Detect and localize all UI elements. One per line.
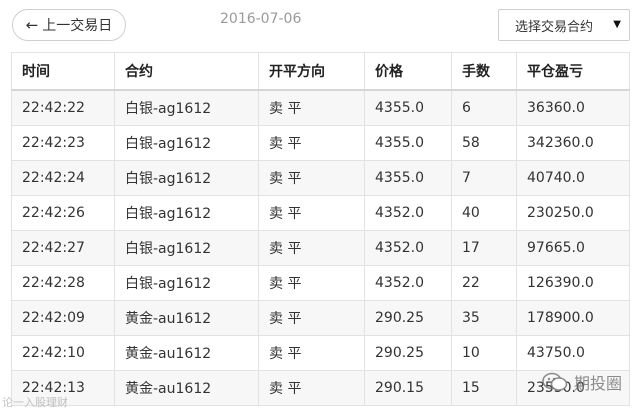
trading-date: 2016-07-06: [220, 11, 302, 27]
table-row: 22:42:26 白银-ag1612 卖 平 4352.0 40 230250.0: [11, 195, 630, 231]
trades-table: 时间 合约 开平方向 价格 手数 平仓盈亏 22:42:22 白银-ag1612 卖…: [11, 52, 630, 406]
watermark-right: 期投圈: [542, 370, 622, 394]
cell-contract: 黄金-au1612: [114, 370, 259, 406]
cell-lots: 15: [451, 370, 517, 406]
contract-select-label: 选择交易合约: [515, 19, 594, 35]
column-header-pnl: 平仓盈亏: [516, 52, 630, 91]
cell-pnl: 40740.0: [516, 160, 630, 196]
table-row: 22:42:10 黄金-au1612 卖 平 290.25 10 43750.0: [11, 335, 630, 371]
cell-time: 22:42:27: [11, 230, 115, 266]
cell-lots: 22: [451, 265, 517, 301]
cell-pnl: 97665.0: [516, 230, 630, 266]
cell-contract: 黄金-au1612: [114, 335, 259, 371]
cell-contract: 白银-ag1612: [114, 125, 259, 161]
cell-direction: 卖 平: [258, 300, 365, 336]
cell-time: 22:42:23: [11, 125, 115, 161]
cell-pnl: 43750.0: [516, 335, 630, 371]
cell-price: 4352.0: [364, 195, 452, 231]
wechat-logo-icon: [542, 372, 568, 392]
cell-direction: 卖 平: [258, 370, 365, 406]
cell-time: 22:42:09: [11, 300, 115, 336]
cell-lots: 7: [451, 160, 517, 196]
cell-price: 4355.0: [364, 125, 452, 161]
contract-select[interactable]: 选择交易合约 ▼: [498, 9, 630, 41]
cell-time: 22:42:22: [11, 89, 115, 126]
cell-price: 4352.0: [364, 230, 452, 266]
column-header-lots: 手数: [451, 52, 517, 91]
toolbar: ← 上一交易日 2016-07-06 选择交易合约 ▼: [0, 0, 640, 52]
caret-down-icon: ▼: [613, 19, 621, 30]
cell-pnl: 36360.0: [516, 89, 630, 126]
cell-pnl: 230250.0: [516, 195, 630, 231]
table-row: 22:42:24 白银-ag1612 卖 平 4355.0 7 40740.0: [11, 160, 630, 196]
table-row: 22:42:28 白银-ag1612 卖 平 4352.0 22 126390.0: [11, 265, 630, 301]
cell-lots: 6: [451, 89, 517, 126]
table-row: 22:42:13黄金-au1612卖 平290.151523550.0: [11, 370, 630, 406]
cell-lots: 58: [451, 125, 517, 161]
cell-pnl: 126390.0: [516, 265, 630, 301]
cell-time: 22:42:26: [11, 195, 115, 231]
cell-time: 22:42:28: [11, 265, 115, 301]
table-row: 22:42:22 白银-ag1612 卖 平 4355.0 6 36360.0: [11, 89, 630, 126]
cell-pnl: 342360.0: [516, 125, 630, 161]
cell-time: 22:42:24: [11, 160, 115, 196]
watermark-right-label: 期投圈: [573, 374, 622, 393]
previous-trading-day-label: 上一交易日: [42, 18, 113, 34]
cell-contract: 白银-ag1612: [114, 265, 259, 301]
cell-direction: 卖 平: [258, 89, 365, 126]
cell-direction: 卖 平: [258, 335, 365, 371]
cell-time: 22:42:10: [11, 335, 115, 371]
cell-direction: 卖 平: [258, 265, 365, 301]
cell-lots: 35: [451, 300, 517, 336]
cell-contract: 白银-ag1612: [114, 160, 259, 196]
cell-price: 4355.0: [364, 89, 452, 126]
cell-price: 4352.0: [364, 265, 452, 301]
column-header-time: 时间: [11, 52, 115, 91]
table-header-row: 时间 合约 开平方向 价格 手数 平仓盈亏: [11, 52, 630, 91]
previous-trading-day-button[interactable]: ← 上一交易日: [12, 9, 126, 41]
cell-contract: 黄金-au1612: [114, 300, 259, 336]
cell-lots: 40: [451, 195, 517, 231]
cell-direction: 卖 平: [258, 195, 365, 231]
table-row: 22:42:23 白银-ag1612 卖 平 4355.0 58 342360.0: [11, 125, 630, 161]
cell-price: 290.25: [364, 335, 452, 371]
watermark-left: 论一入股理财: [2, 396, 68, 409]
cell-direction: 卖 平: [258, 230, 365, 266]
arrow-left-icon: ←: [25, 15, 39, 34]
table-row: 22:42:27 白银-ag1612 卖 平 4352.0 17 97665.0: [11, 230, 630, 266]
cell-price: 290.15: [364, 370, 452, 406]
table-row: 22:42:09 黄金-au1612 卖 平 290.25 35 178900.0: [11, 300, 630, 336]
cell-direction: 卖 平: [258, 125, 365, 161]
cell-lots: 17: [451, 230, 517, 266]
cell-direction: 卖 平: [258, 160, 365, 196]
column-header-contract: 合约: [114, 52, 259, 91]
cell-contract: 白银-ag1612: [114, 89, 259, 126]
cell-contract: 白银-ag1612: [114, 230, 259, 266]
cell-contract: 白银-ag1612: [114, 195, 259, 231]
cell-pnl: 178900.0: [516, 300, 630, 336]
cell-lots: 10: [451, 335, 517, 371]
column-header-price: 价格: [364, 52, 452, 91]
cell-price: 4355.0: [364, 160, 452, 196]
column-header-direction: 开平方向: [258, 52, 365, 91]
cell-price: 290.25: [364, 300, 452, 336]
